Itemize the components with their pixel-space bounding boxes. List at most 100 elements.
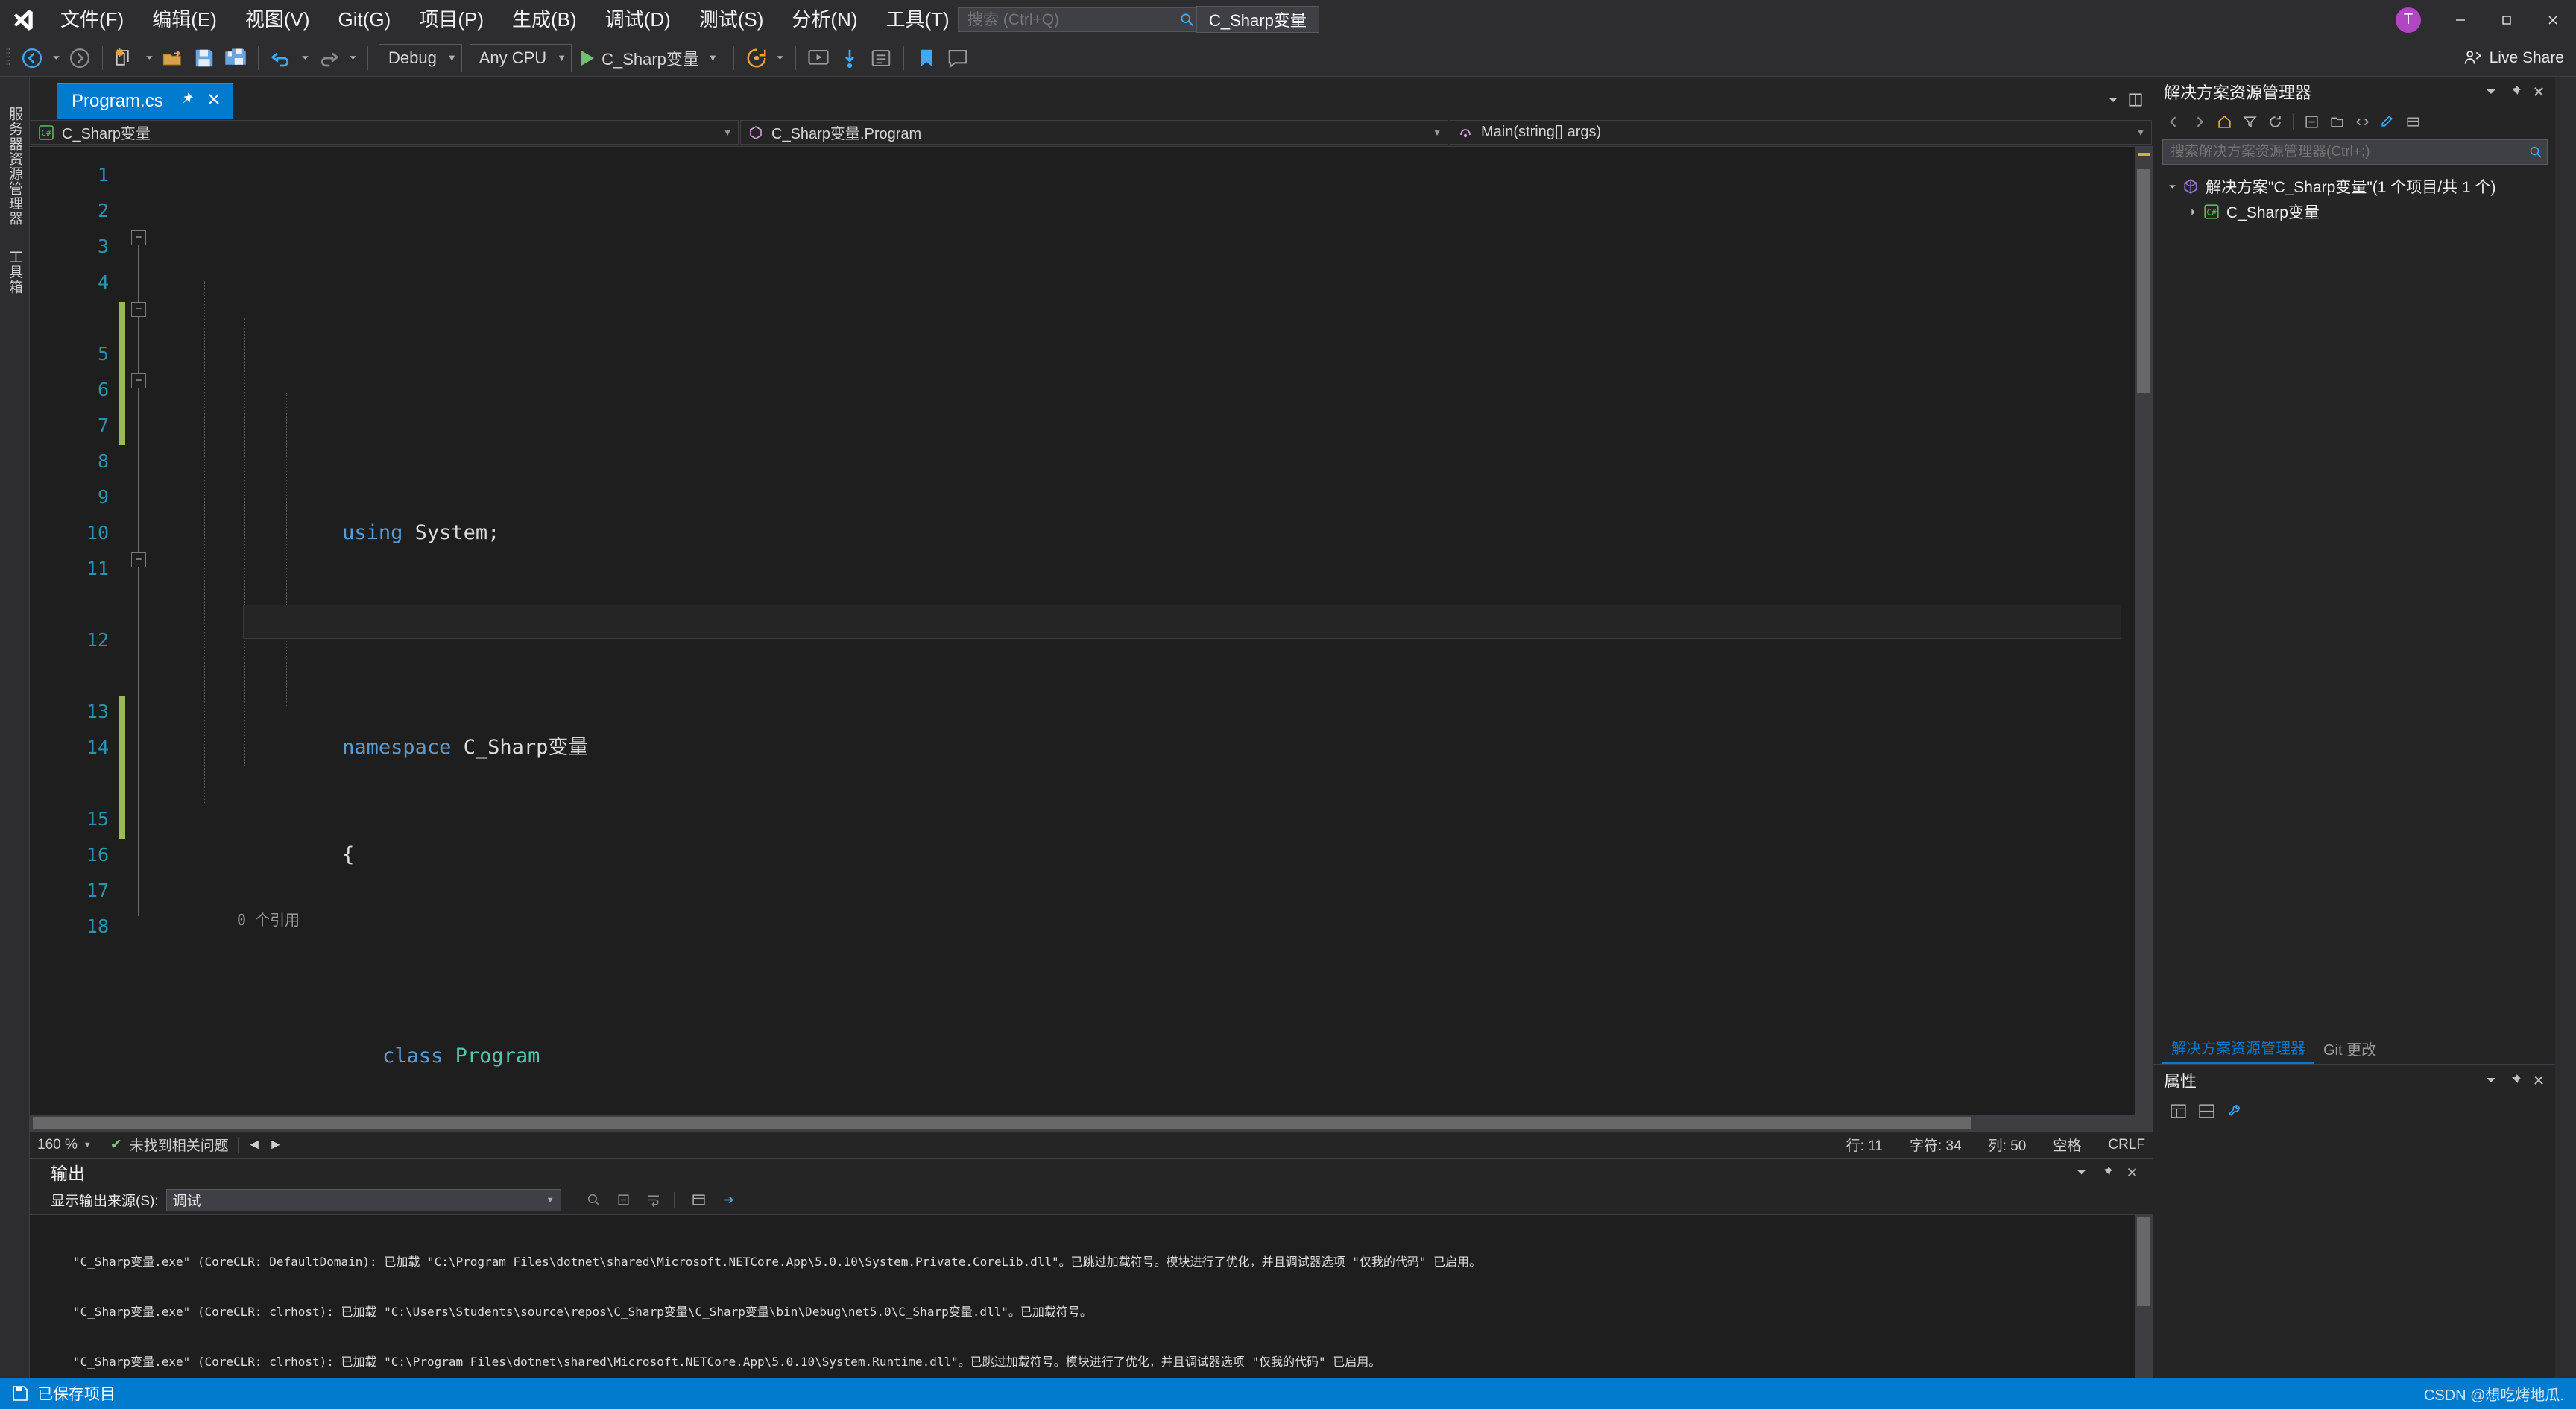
menu-project[interactable]: 项目(P) [405,0,498,40]
editor-vertical-scrollbar[interactable] [2135,147,2153,1115]
code-line-3[interactable]: namespace C_Sharp变量 [154,694,2135,759]
editor-horizontal-scrollbar[interactable] [30,1115,2153,1131]
hot-reload-icon[interactable] [741,42,772,75]
tab-list-dropdown-icon[interactable] [2102,89,2124,111]
minimize-icon[interactable] [2437,0,2484,40]
code-line-4[interactable]: { [154,801,2135,866]
codelens-references-class[interactable]: 0 个引用 [154,909,2135,931]
close-icon[interactable] [2121,1161,2142,1182]
menu-debug[interactable]: 调试(D) [591,0,685,40]
code-coverage-icon[interactable] [865,42,897,75]
tab-solution-explorer[interactable]: 解决方案资源管理器 [2162,1036,2314,1064]
start-debug-button[interactable]: C_Sharp变量 ▼ [575,42,727,75]
line-ending-indicator[interactable]: CRLF [2108,1137,2145,1153]
categorized-view-icon[interactable] [2164,1098,2192,1123]
scrollbar-thumb[interactable] [33,1117,1971,1129]
chevron-right-icon[interactable] [2185,207,2201,217]
menu-analyze[interactable]: 分析(N) [777,0,871,40]
navigate-back-dropdown-icon[interactable] [48,42,64,75]
pin-icon[interactable] [2504,81,2525,102]
chevron-down-icon[interactable] [2164,182,2180,192]
find-message-icon[interactable] [581,1188,607,1212]
undo-dropdown-icon[interactable] [297,42,313,75]
sidebar-item-toolbox[interactable]: 工具箱 [4,238,25,306]
close-icon[interactable] [206,91,221,112]
close-icon[interactable] [2528,1070,2549,1091]
issues-status[interactable]: 未找到相关问题 [130,1135,229,1155]
tree-node-solution[interactable]: 解决方案"C_Sharp变量"(1 个项目/共 1 个) [2153,174,2555,199]
global-search[interactable] [958,7,1200,32]
output-source-select[interactable]: 调试 ▼ [165,1188,561,1211]
pin-icon[interactable] [2096,1161,2117,1182]
collapse-all-icon[interactable] [2299,110,2324,133]
hot-reload-dropdown-icon[interactable] [772,42,789,75]
scrollbar-thumb[interactable] [2137,169,2150,393]
scrollbar-thumb[interactable] [2137,1217,2150,1306]
forward-icon[interactable] [2186,110,2212,133]
bookmark-icon[interactable] [911,42,942,75]
code-line-5[interactable]: class Program [154,1003,2135,1068]
chevron-down-icon[interactable] [2481,81,2501,102]
close-icon[interactable] [2530,0,2576,40]
solution-explorer-tree[interactable]: 解决方案"C_Sharp变量"(1 个项目/共 1 个) C# C_Sharp变… [2153,171,2555,1035]
home-icon[interactable] [2212,110,2237,133]
tree-node-project[interactable]: C# C_Sharp变量 [2153,199,2555,224]
properties-grid[interactable] [2153,1127,2555,1378]
menu-build[interactable]: 生成(B) [498,0,591,40]
properties-icon[interactable] [2375,110,2400,133]
pending-changes-filter-icon[interactable] [2237,110,2262,133]
fold-toggle-namespace[interactable]: − [131,230,146,245]
sidebar-item-server-explorer[interactable]: 服务器资源管理器 [4,95,25,238]
menu-edit[interactable]: 编辑(E) [138,0,231,40]
document-tab-program-cs[interactable]: Program.cs [57,83,233,119]
indentation-indicator[interactable]: 空格 [2053,1135,2081,1155]
output-settings-icon[interactable] [686,1188,712,1212]
code-text-area[interactable]: using System; namespace C_Sharp变量 { 0 个引… [154,147,2135,1115]
avatar[interactable]: T [2396,7,2421,33]
output-vertical-scrollbar[interactable] [2135,1215,2153,1378]
toggle-wordwrap-icon[interactable] [641,1188,666,1212]
search-input[interactable] [959,10,1174,29]
tab-git-changes[interactable]: Git 更改 [2314,1038,2385,1064]
open-project-icon[interactable] [157,42,189,75]
preview-selected-items-icon[interactable] [2400,110,2425,133]
close-icon[interactable] [2528,81,2549,102]
fold-toggle-main[interactable]: − [131,552,146,567]
code-line-1[interactable]: using System; [154,479,2135,544]
maximize-icon[interactable] [2484,0,2530,40]
menu-tools[interactable]: 工具(T) [872,0,964,40]
fold-toggle-class[interactable]: − [131,302,146,317]
menu-file[interactable]: 文件(F) [46,0,138,40]
output-text[interactable]: "C_Sharp变量.exe" (CoreCLR: DefaultDomain)… [30,1215,2153,1378]
solution-configuration-select[interactable]: Debug ▼ [379,43,462,72]
step-into-icon[interactable] [834,42,865,75]
split-view-icon[interactable] [2124,89,2147,111]
pin-icon[interactable] [178,91,195,113]
menu-git[interactable]: Git(G) [324,0,405,40]
code-editor[interactable]: 1 2 3 4 . 5 6 7 8 9 10 11 . 12 . 13 14 [30,147,2153,1115]
navigate-forward-icon[interactable] [64,42,95,75]
pin-icon[interactable] [2504,1070,2525,1091]
new-project-dropdown-icon[interactable] [141,42,157,75]
fold-toggle-comment-block[interactable]: − [131,373,146,388]
view-code-icon[interactable] [2349,110,2375,133]
undo-icon[interactable] [265,42,297,75]
refresh-icon[interactable] [2262,110,2288,133]
nav-member-select[interactable]: Main(string[] args) ▼ [1450,120,2152,145]
toolbar-grip-handle[interactable] [4,45,16,71]
prev-issue-icon[interactable]: ◄ [247,1137,262,1153]
nav-project-select[interactable]: C# C_Sharp变量 ▼ [31,120,739,145]
menu-view[interactable]: 视图(V) [231,0,324,40]
solution-platform-select[interactable]: Any CPU ▼ [469,43,572,72]
go-to-message-icon[interactable] [716,1188,742,1212]
chevron-down-icon[interactable]: ▼ [83,1141,92,1150]
navigate-back-icon[interactable] [16,42,48,75]
comment-icon[interactable] [942,42,973,75]
show-all-files-icon[interactable] [2324,110,2349,133]
chevron-down-icon[interactable] [2071,1161,2092,1182]
save-icon[interactable] [189,42,220,75]
search-icon[interactable] [1174,8,1199,31]
menu-test[interactable]: 测试(S) [685,0,778,40]
new-project-icon[interactable] [110,42,141,75]
clear-all-icon[interactable] [611,1188,637,1212]
